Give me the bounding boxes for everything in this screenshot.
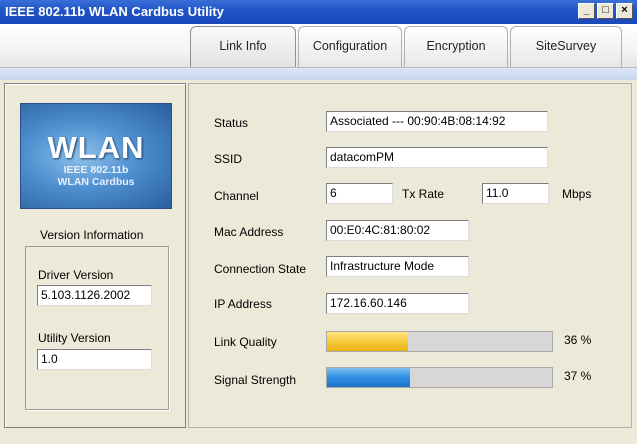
channel-label: Channel — [214, 189, 259, 203]
mac-address-label: Mac Address — [214, 225, 284, 239]
window-title: IEEE 802.11b WLAN Cardbus Utility — [5, 4, 224, 19]
ssid-label: SSID — [214, 152, 243, 166]
link-quality-bar — [326, 331, 553, 352]
connection-state-label: Connection State — [214, 262, 307, 276]
link-quality-percent: 36 % — [564, 333, 592, 347]
channel-field: 6 — [326, 183, 393, 204]
title-bar[interactable]: IEEE 802.11b WLAN Cardbus Utility _ □ × — [0, 0, 637, 24]
tab-strip: Link Info Configuration Encryption SiteS… — [0, 24, 637, 68]
close-button[interactable]: × — [616, 3, 633, 19]
tab-encryption[interactable]: Encryption — [404, 26, 508, 67]
utility-version-label: Utility Version — [38, 331, 111, 345]
maximize-button[interactable]: □ — [597, 3, 614, 19]
tx-rate-label: Tx Rate — [402, 187, 445, 201]
tab-configuration[interactable]: Configuration — [298, 26, 402, 67]
tx-rate-field: 11.0 — [482, 183, 549, 204]
connection-state-field: Infrastructure Mode — [326, 256, 469, 277]
version-info-heading: Version Information — [40, 228, 144, 242]
signal-strength-fill — [327, 368, 411, 387]
status-label: Status — [214, 116, 249, 130]
link-quality-fill — [327, 332, 408, 351]
tab-link-info[interactable]: Link Info — [190, 26, 296, 67]
header-band — [0, 68, 637, 80]
ip-address-field: 172.16.60.146 — [326, 293, 469, 314]
wlan-logo: WLAN IEEE 802.11b WLAN Cardbus — [20, 103, 172, 209]
driver-version-label: Driver Version — [38, 268, 114, 282]
link-quality-label: Link Quality — [214, 335, 277, 349]
logo-line2: WLAN Cardbus — [57, 176, 135, 188]
logo-line1: IEEE 802.11b — [63, 164, 129, 176]
signal-strength-bar — [326, 367, 553, 388]
utility-version-field: 1.0 — [37, 349, 152, 370]
signal-strength-percent: 37 % — [564, 369, 592, 383]
logo-main-text: WLAN — [47, 130, 145, 165]
tab-sitesurvey[interactable]: SiteSurvey — [510, 26, 622, 67]
ip-address-label: IP Address — [214, 297, 272, 311]
mac-address-field: 00:E0:4C:81:80:02 — [326, 220, 469, 241]
window-controls: _ □ × — [578, 3, 633, 19]
signal-strength-label: Signal Strength — [214, 373, 297, 387]
driver-version-field: 5.103.1126.2002 — [37, 285, 152, 306]
ssid-field: datacomPM — [326, 147, 548, 168]
minimize-button[interactable]: _ — [578, 3, 595, 19]
tx-rate-unit: Mbps — [562, 187, 592, 201]
status-field: Associated --- 00:90:4B:08:14:92 — [326, 111, 548, 132]
